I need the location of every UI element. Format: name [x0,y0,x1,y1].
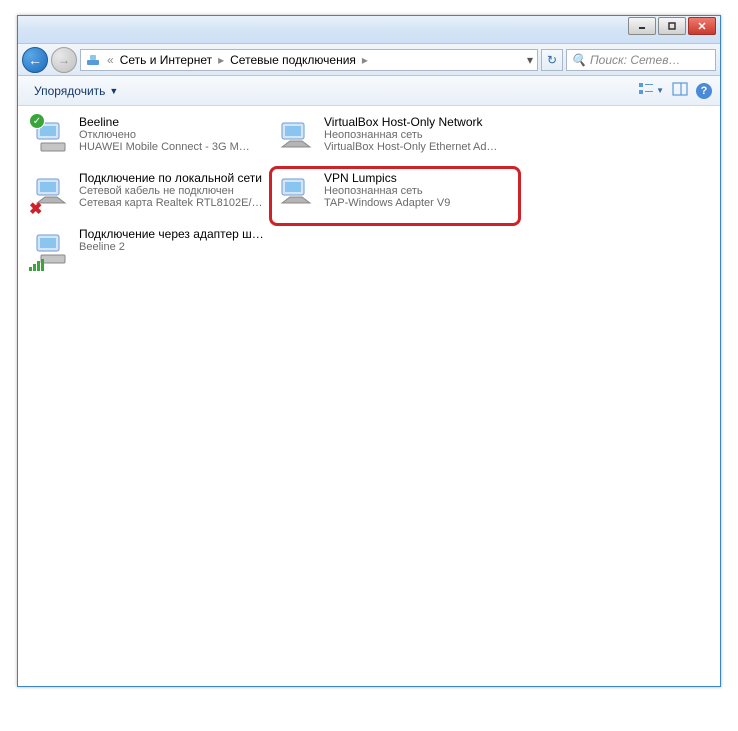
dropdown-icon[interactable]: ▾ [527,53,533,67]
breadcrumb-sep-icon: ▸ [360,53,370,67]
search-icon: 🔍 [571,53,586,67]
minimize-button[interactable] [628,17,656,35]
minimize-icon [637,21,647,31]
address-bar[interactable]: « Сеть и Интернет ▸ Сетевые подключения … [80,49,538,71]
maximize-button[interactable] [658,17,686,35]
connection-item[interactable]: Подключение через адаптер широкополосной… [28,224,273,280]
connection-item-vpn[interactable]: VPN Lumpics Неопознанная сеть TAP-Window… [273,168,518,224]
explorer-window: ← → « Сеть и Интернет ▸ Сетевые подключе… [17,15,721,687]
refresh-button[interactable]: ↻ [541,49,563,71]
x-icon: ✖ [29,199,45,215]
connection-item[interactable]: ✓ Beeline Отключено HUAWEI Mobile Connec… [28,112,273,168]
connection-status: Сетевой кабель не подключен [79,185,270,197]
organize-label: Упорядочить [34,84,105,98]
connection-adapter: Сетевая карта Realtek RTL8102E/… [79,197,270,209]
window-controls [628,17,716,35]
help-button[interactable]: ? [696,83,712,99]
content-area: ✓ Beeline Отключено HUAWEI Mobile Connec… [18,106,720,686]
breadcrumb-sep-icon: ▸ [216,53,226,67]
navbar: ← → « Сеть и Интернет ▸ Сетевые подключе… [18,44,720,76]
organize-button[interactable]: Упорядочить ▼ [26,81,126,101]
connection-icon [276,115,318,157]
connection-name: Beeline [79,115,270,129]
connection-icon [276,171,318,213]
titlebar [18,16,720,44]
close-button[interactable] [688,17,716,35]
search-placeholder: Поиск: Сетев… [590,53,681,67]
connection-name: VPN Lumpics [324,171,515,185]
maximize-icon [667,21,677,31]
toolbar: Упорядочить ▼ ▼ ? [18,76,720,106]
breadcrumb-sep-icon: « [105,53,116,67]
connection-adapter: HUAWEI Mobile Connect - 3G M… [79,141,270,153]
connection-name: VirtualBox Host-Only Network [324,115,515,129]
refresh-icon: ↻ [547,53,557,67]
chevron-down-icon: ▼ [109,86,118,96]
connection-name: Подключение через адаптер широкополосной… [79,227,270,241]
connection-item[interactable]: ✖ Подключение по локальной сети Сетевой … [28,168,273,224]
view-icon [638,81,654,100]
connection-icon [31,227,73,269]
help-icon: ? [696,83,712,99]
close-icon [697,21,707,31]
search-box[interactable]: 🔍 Поиск: Сетев… [566,49,716,71]
check-icon: ✓ [29,113,45,129]
breadcrumb-part2[interactable]: Сетевые подключения [230,53,356,67]
preview-icon [672,81,688,100]
arrow-right-icon: → [58,53,70,67]
preview-pane-button[interactable] [672,81,688,100]
connection-status: Beeline 2 [79,241,270,253]
connection-name: Подключение по локальной сети [79,171,270,185]
network-icon [85,52,101,68]
breadcrumb-part1[interactable]: Сеть и Интернет [120,53,212,67]
connection-status: Неопознанная сеть [324,185,515,197]
connection-item[interactable]: VirtualBox Host-Only Network Неопознанна… [273,112,518,168]
connection-adapter: VirtualBox Host-Only Ethernet Ad… [324,141,515,153]
connection-status: Отключено [79,129,270,141]
arrow-left-icon: ← [28,52,42,68]
signal-bars-icon [29,259,45,271]
connection-icon: ✖ [31,171,73,213]
nav-forward-button[interactable]: → [51,47,77,73]
connection-status: Неопознанная сеть [324,129,515,141]
view-button[interactable]: ▼ [638,81,664,100]
connection-adapter: TAP-Windows Adapter V9 [324,197,515,209]
connection-icon: ✓ [31,115,73,157]
chevron-down-icon: ▼ [656,86,664,95]
nav-back-button[interactable]: ← [22,47,48,73]
